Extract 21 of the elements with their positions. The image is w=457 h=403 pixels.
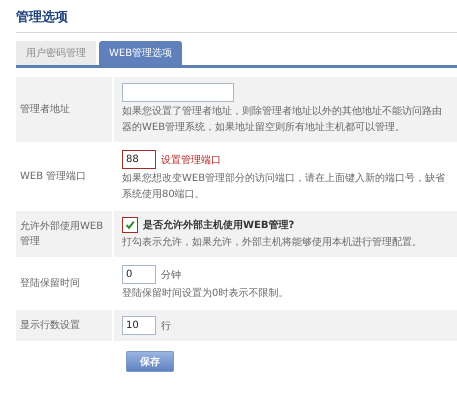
hint-text: 设置管理端口 [161,154,221,166]
checkbox[interactable] [122,217,138,233]
unit-label: 分钟 [161,268,181,282]
input-field[interactable]: 88 [122,150,156,169]
check-icon [125,220,135,230]
page-title: 管理选项 [16,9,68,27]
description-text: 登陆保留时间设置为0时表示不限制。 [122,286,290,301]
row-label: 允许外部使用WEB管理 [20,220,104,249]
unit-label: 行 [161,320,171,332]
row-label: WEB 管理端口 [20,170,88,184]
tab[interactable]: WEB管理选项 [99,41,182,65]
input-field[interactable]: 0 [122,265,156,284]
row-label: 登陆保留时间 [20,276,81,291]
description-text: 打勾表示允许，如果允许，外部主机将能够使用本机进行管理配置。 [122,236,423,250]
description-text: 如果您设置了管理者地址，则除管理者地址以外的其他地址不能访问路由器的WEB管理系统，如果地址留空则所有地址主机都可以管理。 [122,104,443,135]
checkbox-label: 是否允许外部主机使用WEB管理? [143,218,294,232]
row-label: 显示行数设置 [20,318,81,333]
input-field[interactable]: 10 [122,316,156,335]
input-field[interactable] [122,83,234,102]
row-label: 管理者地址 [20,102,71,117]
description-text: 如果您想改变WEB管理部分的访问端口，请在上面键入新的端口号，缺省系统使用80端口。 [122,172,446,202]
